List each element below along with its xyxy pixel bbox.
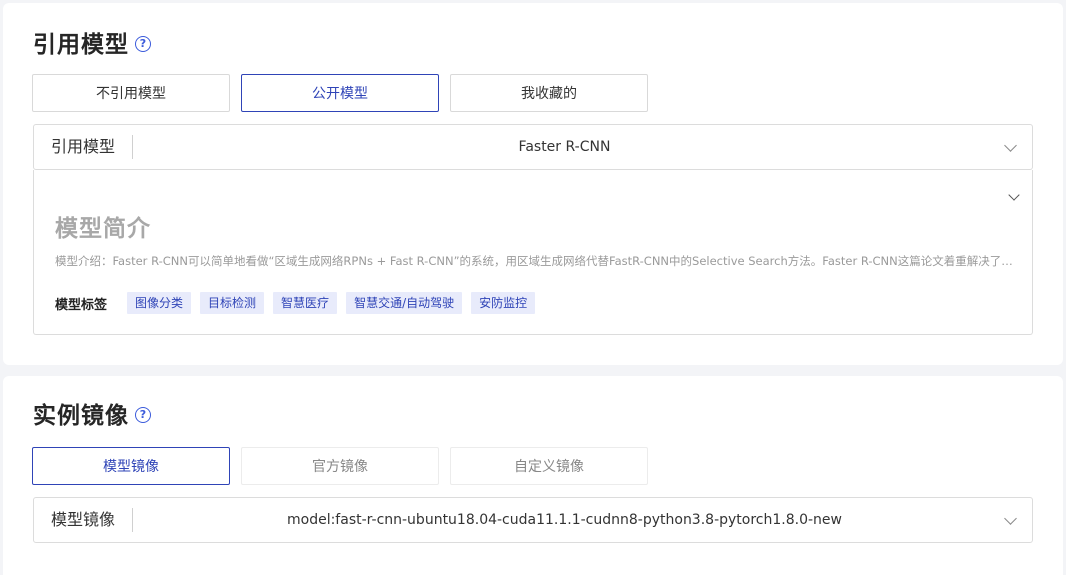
tab-official-image[interactable]: 官方镜像 <box>241 447 439 485</box>
reference-model-card: 引用模型 ? 不引用模型 公开模型 我收藏的 引用模型 Faster R-CNN… <box>3 3 1063 365</box>
instance-image-card: 实例镜像 ? 模型镜像 官方镜像 自定义镜像 模型镜像 model:fast-r… <box>3 376 1063 575</box>
model-tags-label: 模型标签 <box>55 297 108 313</box>
model-intro-description: 模型介绍：Faster R-CNN可以简单地看做“区域生成网络RPNs + Fa… <box>55 254 1015 268</box>
model-tag[interactable]: 智慧医疗 <box>273 292 338 314</box>
model-tag[interactable]: 图像分类 <box>127 292 192 314</box>
model-tag[interactable]: 目标检测 <box>200 292 265 314</box>
tab-my-favorites[interactable]: 我收藏的 <box>450 74 648 112</box>
reference-model-title-text: 引用模型 <box>33 32 129 58</box>
reference-model-select[interactable]: 引用模型 Faster R-CNN <box>33 124 1033 170</box>
model-image-select-label: 模型镜像 <box>34 508 133 532</box>
question-circle-icon[interactable]: ? <box>135 406 151 423</box>
tab-no-reference[interactable]: 不引用模型 <box>32 74 230 112</box>
reference-model-title: 引用模型 ? <box>33 25 151 59</box>
model-tag[interactable]: 智慧交通/自动驾驶 <box>346 292 463 314</box>
model-intro-title: 模型简介 <box>55 216 151 242</box>
model-tag[interactable]: 安防监控 <box>471 292 536 314</box>
chevron-down-icon[interactable] <box>1008 189 1020 201</box>
reference-model-tabs: 不引用模型 公开模型 我收藏的 <box>32 74 659 112</box>
tab-custom-image[interactable]: 自定义镜像 <box>450 447 648 485</box>
chevron-down-icon[interactable] <box>1004 511 1017 525</box>
instance-image-title-text: 实例镜像 <box>33 403 129 429</box>
reference-model-select-label: 引用模型 <box>34 135 133 159</box>
model-image-select[interactable]: 模型镜像 model:fast-r-cnn-ubuntu18.04-cuda11… <box>33 497 1033 543</box>
instance-image-title: 实例镜像 ? <box>33 396 151 430</box>
question-circle-icon[interactable]: ? <box>135 35 151 52</box>
reference-model-select-value[interactable]: Faster R-CNN <box>133 139 1006 155</box>
model-image-select-value[interactable]: model:fast-r-cnn-ubuntu18.04-cuda11.1.1-… <box>133 512 1006 528</box>
tab-model-image[interactable]: 模型镜像 <box>32 447 230 485</box>
model-intro-panel: 模型简介 模型介绍：Faster R-CNN可以简单地看做“区域生成网络RPNs… <box>33 170 1033 335</box>
tab-public-models[interactable]: 公开模型 <box>241 74 439 112</box>
chevron-down-icon[interactable] <box>1004 138 1017 152</box>
instance-image-tabs: 模型镜像 官方镜像 自定义镜像 <box>32 447 659 485</box>
model-tags-row: 模型标签 图像分类 目标检测 智慧医疗 智慧交通/自动驾驶 安防监控 <box>55 292 544 314</box>
